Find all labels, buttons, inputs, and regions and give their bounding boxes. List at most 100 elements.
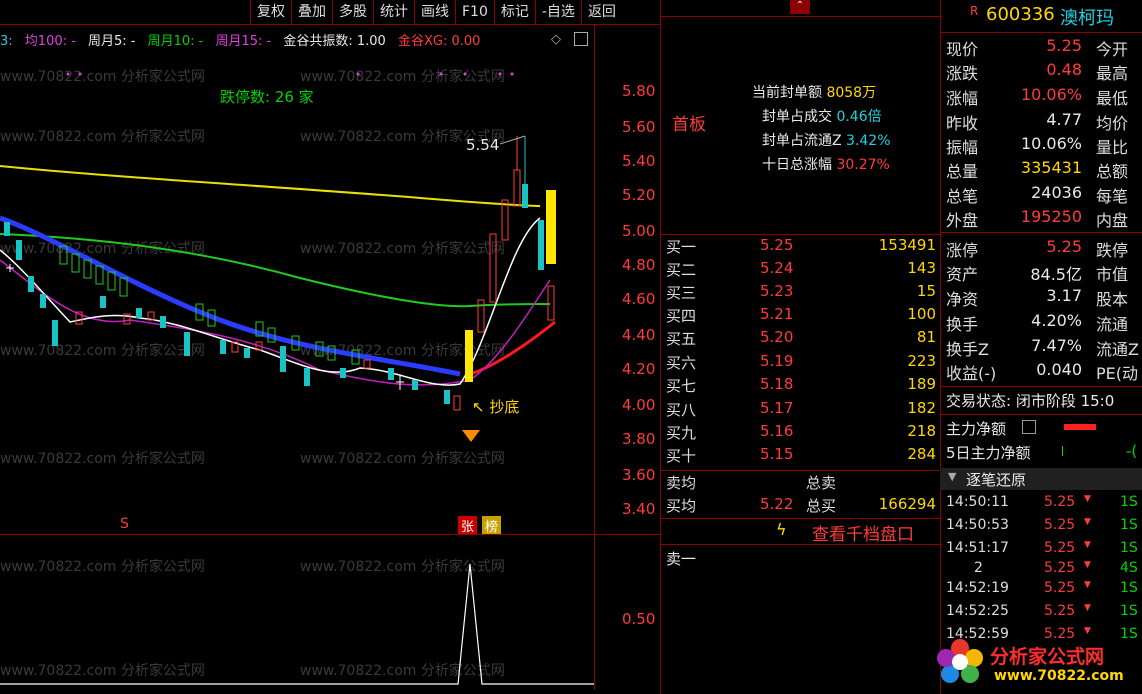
price-tick: 5.20 <box>622 186 656 204</box>
toolbar-button-stats[interactable]: 统计 <box>373 0 414 24</box>
main-net-5d-label: 5日主力净额 <box>946 444 1031 462</box>
limit-down-count: 跌停数: 26 家 <box>220 88 314 106</box>
toolbar-button-favorite[interactable]: -自选 <box>534 0 581 24</box>
seal-amount-value: 8058万 <box>826 85 877 101</box>
quote-label: 现价 <box>946 40 979 59</box>
view-thousand-button[interactable]: 查看千档盘口 <box>812 520 914 545</box>
diamond-icon[interactable]: ◇ <box>551 32 561 47</box>
quote-label: 股本 <box>1096 290 1129 309</box>
bid-volume: 182 <box>907 399 936 417</box>
toolbar-button-back[interactable]: 返回 <box>580 0 622 24</box>
tick-time: 14:52:19 <box>946 580 1009 596</box>
tick-volume: 1S <box>1120 517 1138 533</box>
down-arrow-icon: ▼ <box>1084 626 1091 636</box>
price-tick: 5.80 <box>622 82 656 100</box>
toolbar-button-mark[interactable]: 标记 <box>493 0 535 24</box>
seal-turnover-value: 0.46倍 <box>836 109 882 125</box>
bid-price: 5.19 <box>760 352 794 370</box>
quote-label: 总量 <box>946 162 979 181</box>
total-sell-label: 总卖 <box>806 474 837 492</box>
quote-label: 收益(-) <box>946 364 997 383</box>
quote-row: 涨幅 10.06% 最低 <box>944 85 1142 108</box>
tick-volume: 1S <box>1120 540 1138 556</box>
bid-label: 买一 <box>666 238 697 256</box>
bid-volume: 223 <box>907 352 936 370</box>
bid-label: 买六 <box>666 354 697 372</box>
indicator-week10: 周月10: - <box>147 34 204 49</box>
buy-average-value: 5.22 <box>760 495 794 513</box>
flower-logo-icon <box>937 639 983 683</box>
panel-toggle-icon[interactable] <box>574 32 588 46</box>
quote-label: 振幅 <box>946 138 979 157</box>
bid-volume: 100 <box>907 305 936 323</box>
toolbar-button-multi[interactable]: 多股 <box>332 0 373 24</box>
down-arrow-icon: ▼ <box>1084 560 1091 570</box>
tick-price: 5.25 <box>1044 540 1076 556</box>
bottom-signal-label: ↖ 抄底 <box>472 398 520 416</box>
quote-row: 收益(-) 0.040 PE(动 <box>944 360 1142 383</box>
quote-value: 0.040 <box>1036 360 1082 379</box>
seal-turnover: 封单占成交 0.46倍 <box>762 106 882 126</box>
quote-label: 涨幅 <box>946 89 979 108</box>
collapse-triangle-icon[interactable]: ▼ <box>948 470 956 483</box>
tick-row: 14:52:25 5.25 ▼ 1S <box>944 603 1142 626</box>
toolbar-button-draw[interactable]: 画线 <box>414 0 455 24</box>
quote-label: 跌停 <box>1096 241 1129 260</box>
price-tick: 4.60 <box>622 290 656 308</box>
price-tick: 5.40 <box>622 152 656 170</box>
quote-value: 7.47% <box>1031 336 1082 355</box>
bid-label: 买五 <box>666 330 697 348</box>
bid-price: 5.20 <box>760 328 794 346</box>
tick-row: 14:50:53 5.25 ▼ 1S <box>944 517 1142 540</box>
main-net-bar <box>1064 424 1096 430</box>
bid-row: 买一 5.25 153491 <box>664 236 940 259</box>
toolbar-button-restore[interactable]: 复权 <box>250 0 291 24</box>
toolbar-button-overlay[interactable]: 叠加 <box>291 0 332 24</box>
toolbar-button-f10[interactable]: F10 <box>455 0 494 24</box>
bid-label: 买十 <box>666 447 697 465</box>
seal-float: 封单占流通Z 3.42% <box>762 130 891 150</box>
list-icon[interactable] <box>1022 420 1036 434</box>
bid-label: 买二 <box>666 261 697 279</box>
quote-label: PE(动 <box>1096 364 1139 383</box>
down-arrow-icon: ▼ <box>1084 494 1091 504</box>
quote-label: 净资 <box>946 290 979 309</box>
quote-label: 外盘 <box>946 211 979 230</box>
bid-row: 买八 5.17 182 <box>664 399 940 422</box>
collapse-arrow-icon[interactable]: ⌃ <box>790 0 810 14</box>
sub-indicator-chart[interactable] <box>0 536 594 690</box>
buy-average-row: 买均 5.22 总买 166294 <box>664 495 940 518</box>
quote-value: 0.48 <box>1046 60 1082 79</box>
bid-volume: 15 <box>916 282 936 300</box>
tick-volume: 1S <box>1120 494 1138 510</box>
quote-row: 现价 5.25 今开 <box>944 36 1142 59</box>
bid-label: 买七 <box>666 377 697 395</box>
tick-row: 14:50:11 5.25 ▼ 1S <box>944 494 1142 517</box>
price-tick: 5.60 <box>622 118 656 136</box>
bid-label: 买四 <box>666 307 697 325</box>
ranking-badge: 榜 <box>482 516 502 535</box>
main-net-label: 主力净额 <box>946 420 1007 438</box>
bid-volume: 218 <box>907 422 936 440</box>
bid-row: 买四 5.21 100 <box>664 305 940 328</box>
bottom-signal-text: 抄底 <box>489 398 520 416</box>
tick-price: 5.25 <box>1044 603 1076 619</box>
bid-price: 5.23 <box>760 282 794 300</box>
bid-price: 5.18 <box>760 375 794 393</box>
bid-volume: 284 <box>907 445 936 463</box>
quote-row: 换手Z 7.47% 流通Z <box>944 336 1142 359</box>
bid-price: 5.16 <box>760 422 794 440</box>
tick-price: 5.25 <box>1044 494 1076 510</box>
quote-value: 335431 <box>1020 158 1082 177</box>
lightning-icon: ϟ <box>776 520 787 539</box>
bid-volume: 189 <box>907 375 936 393</box>
bid-price: 5.21 <box>760 305 794 323</box>
tick-volume: 1S <box>1120 603 1138 619</box>
bid-row: 买三 5.23 15 <box>664 282 940 305</box>
main-net-5d-sign: -( <box>1126 442 1138 460</box>
quote-row: 净资 3.17 股本 <box>944 286 1142 309</box>
bid-price: 5.17 <box>760 399 794 417</box>
seal-turnover-label: 封单占成交 <box>762 109 832 125</box>
tick-time: 2 <box>974 560 983 576</box>
candlestick-chart[interactable] <box>0 50 594 520</box>
